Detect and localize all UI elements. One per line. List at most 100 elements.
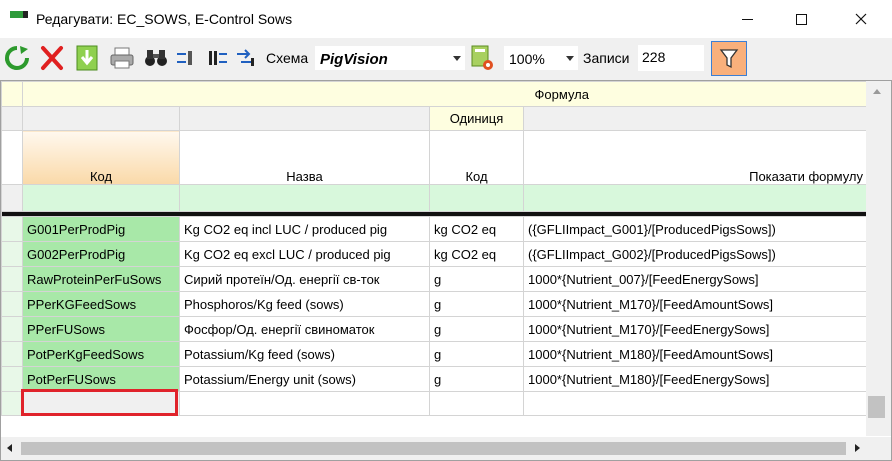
delete-icon: [41, 46, 63, 70]
delete-button[interactable]: [38, 44, 66, 72]
table-row[interactable]: PotPerFUSows Potassium/Energy unit (sows)…: [1, 366, 868, 392]
row-selector: [1, 184, 23, 212]
cell-unit[interactable]: g: [429, 316, 524, 342]
search-button[interactable]: [142, 44, 170, 72]
scroll-left-icon[interactable]: [7, 444, 12, 452]
cell-formula[interactable]: 1000*{Nutrient_M180}/[FeedAmountSows]: [523, 341, 868, 367]
grid-table: Формула Одиниця Код Назва Код Показати ф…: [1, 81, 868, 416]
cell-name[interactable]: Phosphoros/Kg feed (sows): [179, 291, 430, 317]
cell-unit[interactable]: g: [429, 341, 524, 367]
column-header-code[interactable]: Код: [22, 130, 180, 185]
swap-button[interactable]: [232, 44, 258, 72]
row-selector[interactable]: [1, 241, 23, 267]
zoom-value: 100%: [509, 51, 545, 67]
schema-value: PigVision: [320, 51, 388, 68]
cell-code[interactable]: G002PerProdPig: [22, 241, 180, 267]
column-header-unit-code[interactable]: Код: [429, 130, 524, 185]
filter-button[interactable]: [711, 41, 747, 76]
zoom-select[interactable]: 100%: [503, 45, 579, 71]
table-row[interactable]: RawProteinPerFuSows Сирий протеїн/Од. ене…: [1, 266, 868, 292]
cell-unit[interactable]: kg CO2 eq: [429, 241, 524, 267]
cell-code[interactable]: PotPerKgFeedSows: [22, 341, 180, 367]
cell-unit[interactable]: g: [429, 266, 524, 292]
row-selector[interactable]: [1, 216, 23, 242]
cell-formula[interactable]: ({GFLIImpact_G002}/[ProducedPigsSows]): [523, 241, 868, 267]
cell-code[interactable]: PPerKGFeedSows: [22, 291, 180, 317]
cell-formula[interactable]: 1000*{Nutrient_M170}/[FeedAmountSows]: [523, 291, 868, 317]
table-row[interactable]: PPerKGFeedSows Phosphoros/Kg feed (sows) g…: [1, 291, 868, 317]
table-row[interactable]: PotPerKgFeedSows Potassium/Kg feed (sows)…: [1, 341, 868, 367]
cell-code[interactable]: G001PerProdPig: [22, 216, 180, 242]
row-selector: [1, 106, 23, 131]
cell-name[interactable]: Фосфор/Од. енергії свиноматок: [179, 316, 430, 342]
cell-formula[interactable]: 1000*{Nutrient_M180}/[FeedEnergySows]: [523, 366, 868, 392]
schema-select[interactable]: PigVision: [314, 45, 466, 71]
cell-name[interactable]: Potassium/Kg feed (sows): [179, 341, 430, 367]
filter-cell-unit[interactable]: [429, 184, 524, 212]
cell-formula[interactable]: ({GFLIImpact_G001}/[ProducedPigsSows]): [523, 216, 868, 242]
records-count: 228: [638, 45, 704, 71]
cell-name[interactable]: Potassium/Energy unit (sows): [179, 366, 430, 392]
filter-row: [1, 184, 868, 212]
table-row[interactable]: PPerFUSows Фосфор/Од. енергії свиноматок g…: [1, 316, 868, 342]
refresh-button[interactable]: [3, 44, 31, 72]
row-selector[interactable]: [1, 266, 23, 292]
refresh-icon: [5, 46, 29, 70]
download-button[interactable]: [73, 44, 101, 72]
filter-cell-name[interactable]: [179, 184, 430, 212]
import-button[interactable]: [172, 44, 196, 72]
minimize-button[interactable]: [724, 0, 770, 38]
export-button[interactable]: [206, 44, 230, 72]
band-header-formula: Формула: [22, 81, 868, 107]
horizontal-scrollbar[interactable]: [1, 437, 866, 460]
row-selector[interactable]: [1, 366, 23, 392]
scroll-right-icon[interactable]: [855, 444, 860, 452]
filter-cell-formula[interactable]: [523, 184, 868, 212]
filter-icon: [719, 48, 739, 68]
cell-code[interactable]: PotPerFUSows: [22, 366, 180, 392]
schema-settings-icon: [471, 45, 493, 70]
download-icon: [76, 45, 98, 71]
cell-formula[interactable]: 1000*{Nutrient_007}/[FeedEnergySows]: [523, 266, 868, 292]
row-selector[interactable]: [1, 316, 23, 342]
cell-unit[interactable]: g: [429, 366, 524, 392]
row-selector[interactable]: [1, 291, 23, 317]
import-icon: [177, 51, 192, 65]
column-header-name[interactable]: Назва: [179, 130, 430, 185]
toolbar: Схема PigVision 100% Записи 228: [0, 38, 892, 80]
horizontal-scroll-thumb[interactable]: [21, 442, 846, 455]
cell-unit[interactable]: g: [429, 291, 524, 317]
column-header-row: Код Назва Код Показати формулу: [1, 130, 868, 185]
row-selector[interactable]: [1, 341, 23, 367]
app-icon: [10, 11, 28, 18]
table-row[interactable]: G001PerProdPig Kg CO2 eq incl LUC / produ…: [1, 216, 868, 242]
row-selector: [1, 391, 23, 416]
cell-name[interactable]: Kg CO2 eq incl LUC / produced pig: [179, 216, 430, 242]
maximize-button[interactable]: [778, 0, 824, 38]
records-label: Записи: [583, 50, 630, 66]
sub-header-empty: [22, 106, 180, 131]
chevron-down-icon: [566, 56, 574, 61]
vertical-scroll-thumb[interactable]: [868, 396, 885, 418]
column-header-formula[interactable]: Показати формулу: [523, 130, 868, 185]
export-icon: [209, 51, 227, 65]
cell-formula[interactable]: 1000*{Nutrient_M170}/[FeedEnergySows]: [523, 316, 868, 342]
print-button[interactable]: [108, 44, 136, 72]
cell-code[interactable]: PPerFUSows: [22, 316, 180, 342]
schema-settings-button[interactable]: [467, 44, 497, 72]
table-row[interactable]: G002PerProdPig Kg CO2 eq excl LUC / produ…: [1, 241, 868, 267]
cell-name[interactable]: Сирий протеїн/Од. енергії св-ток: [179, 266, 430, 292]
cell-name[interactable]: Kg CO2 eq excl LUC / produced pig: [179, 241, 430, 267]
new-row-unit-cell[interactable]: [429, 391, 524, 416]
sub-header-empty: [523, 106, 868, 131]
vertical-scrollbar[interactable]: [866, 81, 891, 436]
close-button[interactable]: [838, 0, 884, 38]
new-row-formula-cell[interactable]: [523, 391, 868, 416]
filter-cell-code[interactable]: [22, 184, 180, 212]
cell-code[interactable]: RawProteinPerFuSows: [22, 266, 180, 292]
swap-icon: [237, 49, 254, 66]
scroll-up-icon[interactable]: [873, 89, 881, 94]
data-grid: Формула Одиниця Код Назва Код Показати ф…: [0, 80, 892, 461]
cell-unit[interactable]: kg CO2 eq: [429, 216, 524, 242]
new-row-name-cell[interactable]: [179, 391, 430, 416]
